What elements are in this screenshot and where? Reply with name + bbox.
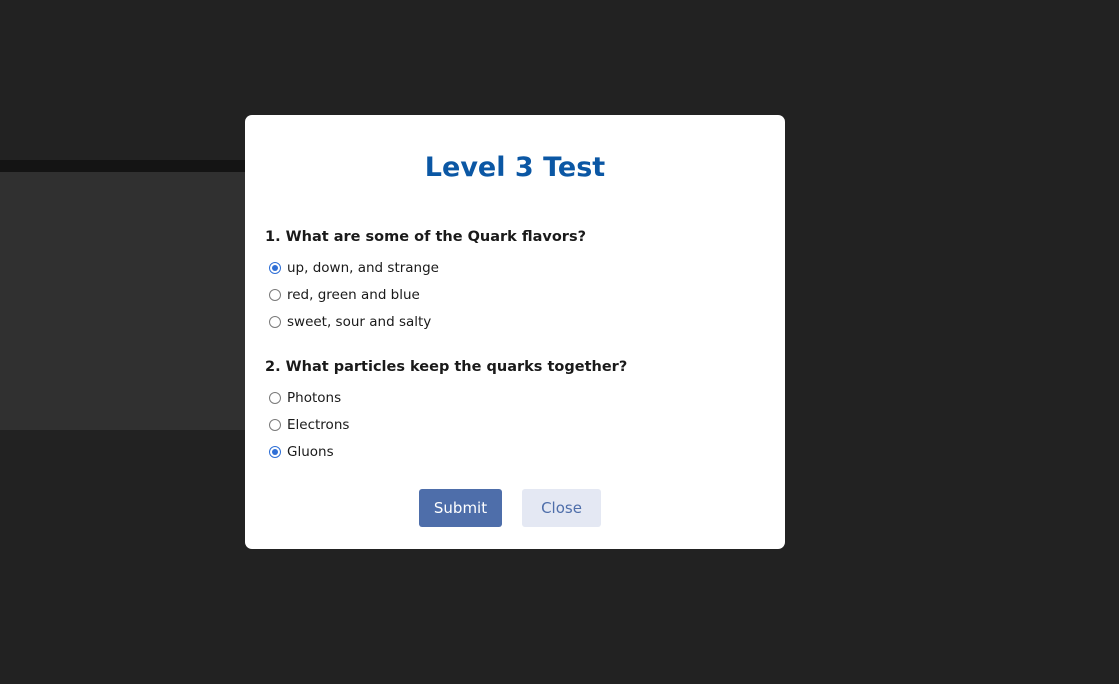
- option-label: Electrons: [287, 417, 350, 433]
- radio-button[interactable]: [269, 316, 281, 328]
- modal-title: Level 3 Test: [424, 152, 606, 183]
- question-2-text: 2. What particles keep the quarks togeth…: [265, 359, 628, 375]
- question-1-option-1[interactable]: up, down, and strange: [269, 258, 439, 278]
- radio-button[interactable]: [269, 392, 281, 404]
- radio-button-selected[interactable]: [269, 262, 281, 274]
- question-2-option-1[interactable]: Photons: [269, 388, 341, 408]
- close-button[interactable]: Close: [522, 489, 601, 527]
- background-toolbar-strip: [0, 160, 246, 172]
- option-label: Photons: [287, 390, 342, 406]
- background-panel: [0, 172, 246, 430]
- option-label: Gluons: [287, 444, 334, 460]
- question-1-text: 1. What are some of the Quark flavors?: [265, 229, 586, 245]
- submit-button[interactable]: Submit: [419, 489, 502, 527]
- option-label: red, green and blue: [287, 287, 420, 303]
- radio-button-selected[interactable]: [269, 446, 281, 458]
- option-label: sweet, sour and salty: [287, 314, 432, 330]
- question-2-option-2[interactable]: Electrons: [269, 415, 349, 435]
- question-2-option-3[interactable]: Gluons: [269, 442, 334, 462]
- radio-button[interactable]: [269, 289, 281, 301]
- radio-button[interactable]: [269, 419, 281, 431]
- question-1-option-3[interactable]: sweet, sour and salty: [269, 312, 431, 332]
- question-1-option-2[interactable]: red, green and blue: [269, 285, 420, 305]
- app-stage: Level 3 Test 1. What are some of the Qua…: [0, 0, 1119, 684]
- option-label: up, down, and strange: [287, 260, 439, 276]
- test-modal: Level 3 Test 1. What are some of the Qua…: [245, 115, 785, 549]
